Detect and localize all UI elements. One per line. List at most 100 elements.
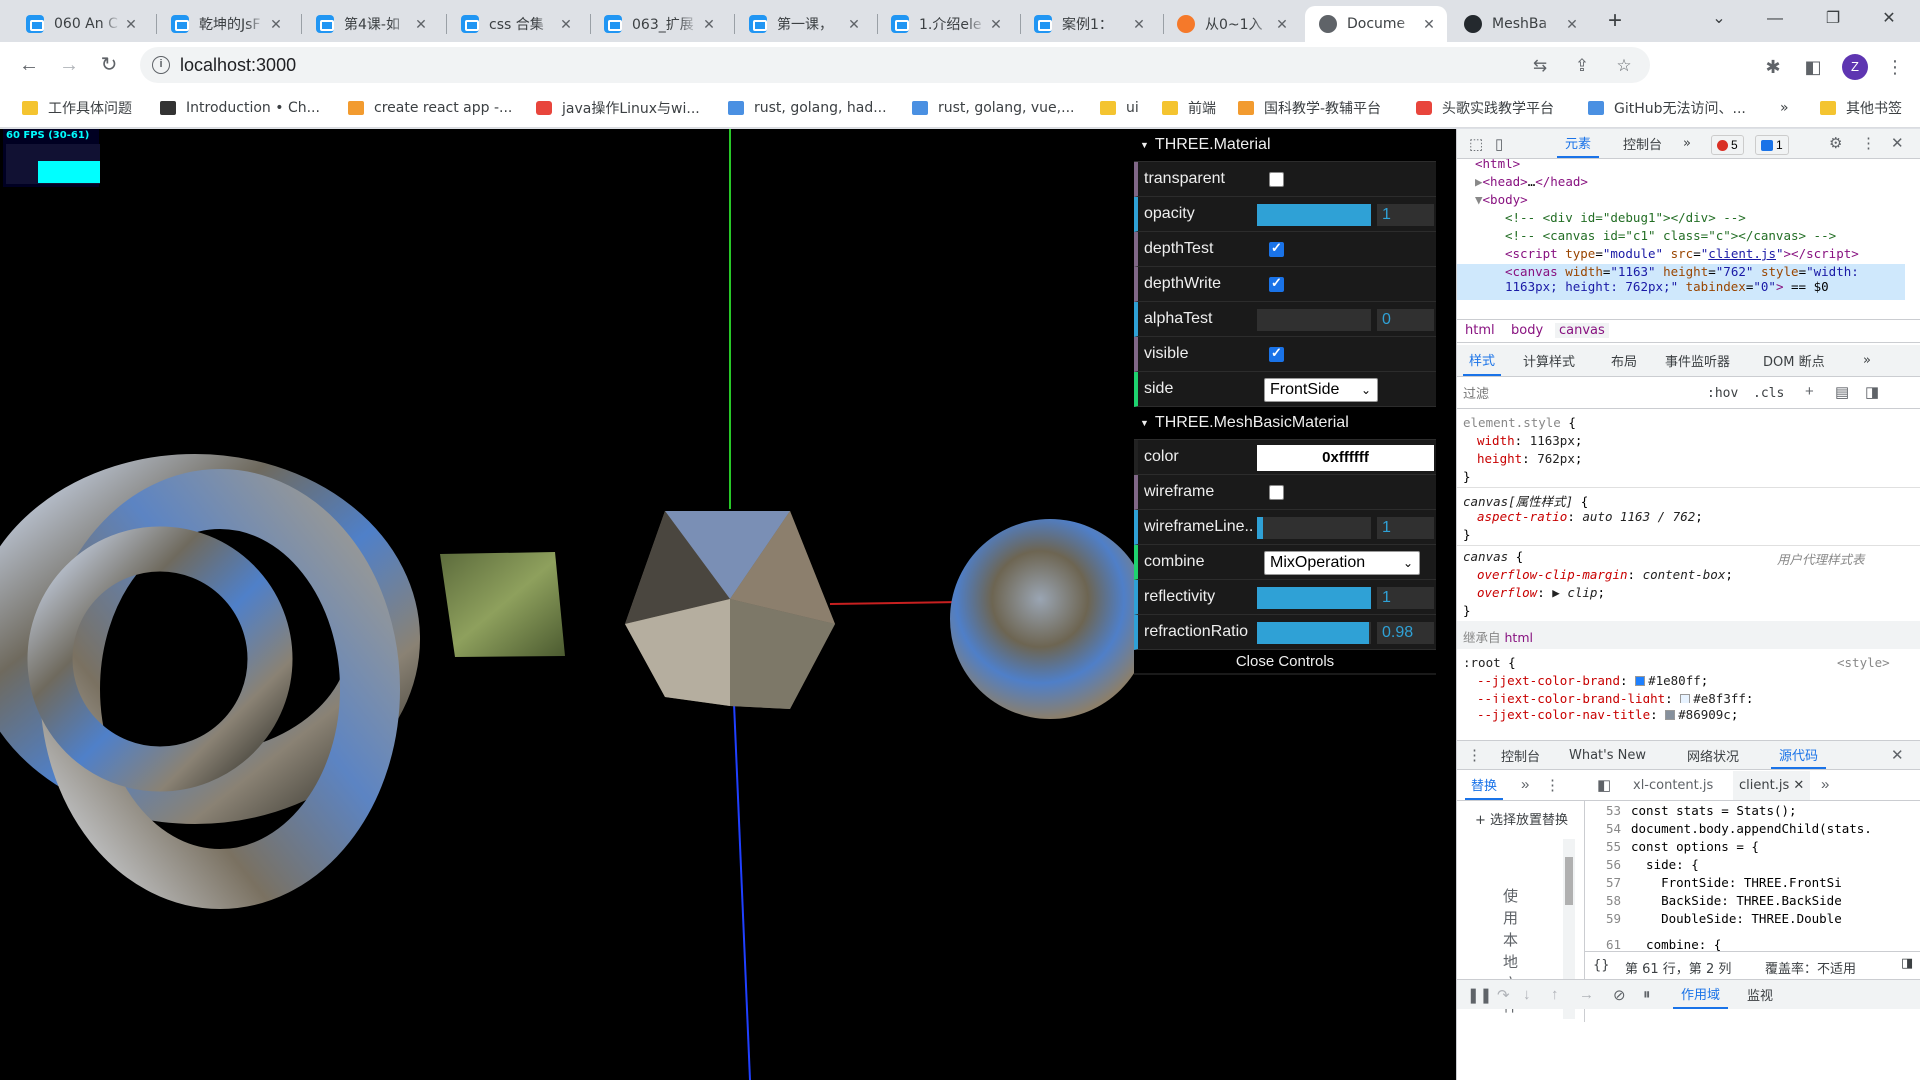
restore-button[interactable]: ❐ [1810, 4, 1856, 34]
menu-icon[interactable]: ⋮ [1884, 56, 1906, 78]
dom-node-head[interactable]: ▶<head>…</head> [1475, 174, 1588, 189]
code-line[interactable]: 60 }, [1585, 933, 1661, 934]
more-tabs-icon[interactable]: » [1521, 776, 1529, 793]
tab-layout[interactable]: 布局 [1605, 345, 1643, 376]
forward-button[interactable]: → [54, 50, 84, 80]
style-declaration[interactable]: width: 1163px; [1477, 433, 1582, 448]
kebab-menu-icon[interactable]: ⋮ [1467, 746, 1482, 764]
close-icon[interactable]: ✕ [1129, 16, 1149, 33]
styles-filter-input[interactable] [1463, 383, 1693, 405]
other-bookmarks[interactable]: 其他书签 [1820, 96, 1902, 120]
close-window-button[interactable]: ✕ [1866, 4, 1912, 34]
tab-overrides[interactable]: 替换 [1465, 771, 1504, 800]
kebab-menu-icon[interactable]: ⋮ [1545, 776, 1560, 794]
side-panel-icon[interactable]: ◧ [1802, 56, 1824, 78]
style-declaration[interactable]: --jjext-color-brand-light: #e8f3ff; [1477, 691, 1753, 703]
bookmark-item[interactable]: Introduction • Ch... [160, 96, 320, 120]
messages-badge[interactable]: 1 [1755, 135, 1789, 155]
opacity-slider[interactable] [1257, 204, 1371, 226]
kebab-menu-icon[interactable]: ⋮ [1861, 134, 1876, 152]
site-info-icon[interactable]: i [152, 56, 170, 74]
color-swatch[interactable] [1680, 694, 1691, 703]
dom-node-body[interactable]: ▼<body> [1475, 192, 1528, 207]
dom-comment[interactable]: <!-- <div id="debug1"></div> --> [1505, 210, 1746, 225]
close-controls-button[interactable]: Close Controls [1134, 650, 1436, 673]
share-icon[interactable]: ⇪ [1572, 56, 1592, 76]
browser-tab[interactable]: 060 An C ✕ [12, 6, 149, 42]
style-declaration[interactable]: overflow: ▶ clip; [1477, 585, 1605, 600]
drawer-tab-sources[interactable]: 源代码 [1771, 741, 1827, 769]
select-override-folder-button[interactable]: + 选择放置替换 [1475, 809, 1568, 828]
browser-tab-active[interactable]: Docume ✕ [1305, 6, 1447, 42]
code-line[interactable]: 53 const stats = Stats(); [1585, 803, 1797, 818]
style-declaration[interactable]: height: 762px; [1477, 451, 1582, 466]
bookmarks-overflow[interactable]: » [1780, 96, 1789, 120]
scrollbar-thumb[interactable] [1565, 857, 1573, 905]
stats-fps-panel[interactable]: 60 FPS (30-61) [3, 129, 100, 187]
browser-tab[interactable]: 063_扩展 ✕ [590, 6, 727, 42]
color-swatch[interactable] [1635, 676, 1646, 686]
profile-avatar[interactable]: Z [1842, 54, 1868, 80]
tab-dom-breakpoints[interactable]: DOM 断点 [1757, 345, 1831, 376]
close-icon[interactable]: ✕ [266, 16, 286, 33]
folder-mesh-basic-material[interactable]: ▼ THREE.MeshBasicMaterial [1134, 407, 1436, 440]
toggle-sidebar-icon[interactable]: ◨ [1901, 956, 1913, 971]
drawer-tab-console[interactable]: 控制台 [1493, 741, 1548, 769]
toggle-navigator-icon[interactable]: ◧ [1597, 776, 1611, 794]
step-icon[interactable]: → [1579, 986, 1594, 1003]
side-select[interactable]: FrontSide ⌄ [1264, 378, 1378, 402]
new-tab-button[interactable]: + [1601, 8, 1629, 36]
close-icon[interactable]: ✕ [1793, 778, 1804, 793]
bookmark-item[interactable]: create react app -... [348, 96, 512, 120]
step-over-icon[interactable]: ↷ [1497, 986, 1510, 1004]
gear-icon[interactable]: ⚙ [1829, 134, 1842, 152]
browser-tab[interactable]: 1.介绍ele ✕ [877, 6, 1014, 42]
refraction-ratio-input[interactable]: 0.98 [1377, 622, 1434, 644]
browser-tab[interactable]: css 合集 ✕ [447, 6, 584, 42]
pretty-print-icon[interactable]: {} [1593, 958, 1610, 973]
visible-checkbox[interactable] [1269, 345, 1284, 362]
pause-on-exceptions-icon[interactable]: ⏸ [1643, 986, 1651, 1003]
device-toolbar-icon[interactable]: ▯ [1495, 135, 1503, 153]
more-tabs-button[interactable]: » [1857, 345, 1877, 376]
transparent-checkbox[interactable] [1269, 172, 1284, 187]
browser-tab[interactable]: 第4课-如 ✕ [302, 6, 439, 42]
url-text[interactable]: localhost:3000 [180, 55, 296, 76]
bookmark-folder[interactable]: 前端 [1162, 96, 1216, 120]
folder-three-material[interactable]: ▼ THREE.Material [1134, 129, 1436, 162]
editor-tab-client-js[interactable]: client.js ✕ [1733, 771, 1811, 800]
close-icon[interactable]: ✕ [986, 16, 1006, 33]
close-icon[interactable]: ✕ [556, 16, 576, 33]
browser-tab[interactable]: 案例1： ✕ [1020, 6, 1157, 42]
code-line[interactable]: 59 DoubleSide: THREE.Double [1585, 911, 1842, 926]
tab-elements[interactable]: 元素 [1557, 129, 1600, 158]
bookmark-item[interactable]: GitHub无法访问、... [1588, 96, 1746, 120]
cls-toggle[interactable]: .cls [1753, 386, 1784, 401]
tab-computed[interactable]: 计算样式 [1517, 345, 1581, 376]
dom-node-html[interactable]: <html> [1475, 159, 1520, 171]
style-declaration[interactable]: --jjext-color-brand: #1e80ff; [1477, 673, 1708, 688]
close-icon[interactable]: ✕ [1272, 16, 1292, 33]
style-source[interactable]: <style> [1837, 655, 1890, 670]
style-rule[interactable]: :root { [1463, 655, 1516, 670]
extensions-icon[interactable]: ✱ [1762, 56, 1784, 78]
refraction-ratio-slider[interactable] [1257, 622, 1371, 644]
reload-button[interactable]: ↻ [94, 50, 124, 80]
code-line[interactable]: 55 const options = { [1585, 839, 1759, 854]
alphatest-slider[interactable] [1257, 309, 1371, 331]
bookmark-star-icon[interactable]: ☆ [1614, 56, 1634, 76]
bookmark-item[interactable]: 国科教学-教辅平台 [1238, 96, 1381, 120]
tab-event-listeners[interactable]: 事件监听器 [1659, 345, 1736, 376]
close-icon[interactable]: ✕ [1419, 16, 1439, 33]
step-out-icon[interactable]: ↑ [1551, 986, 1559, 1003]
minimize-button[interactable]: — [1752, 4, 1798, 34]
close-icon[interactable]: ✕ [844, 16, 864, 33]
combine-select[interactable]: MixOperation ⌄ [1264, 551, 1420, 575]
browser-tab[interactable]: MeshBa ✕ [1450, 6, 1590, 42]
tab-watch[interactable]: 监视 [1739, 980, 1781, 1009]
add-rule-icon[interactable]: + [1805, 383, 1814, 400]
browser-tab[interactable]: 第一课， ✕ [735, 6, 872, 42]
hov-toggle[interactable]: :hov [1707, 386, 1738, 401]
bookmark-folder[interactable]: ui [1100, 96, 1139, 120]
code-line[interactable]: 56 side: { [1585, 857, 1699, 872]
